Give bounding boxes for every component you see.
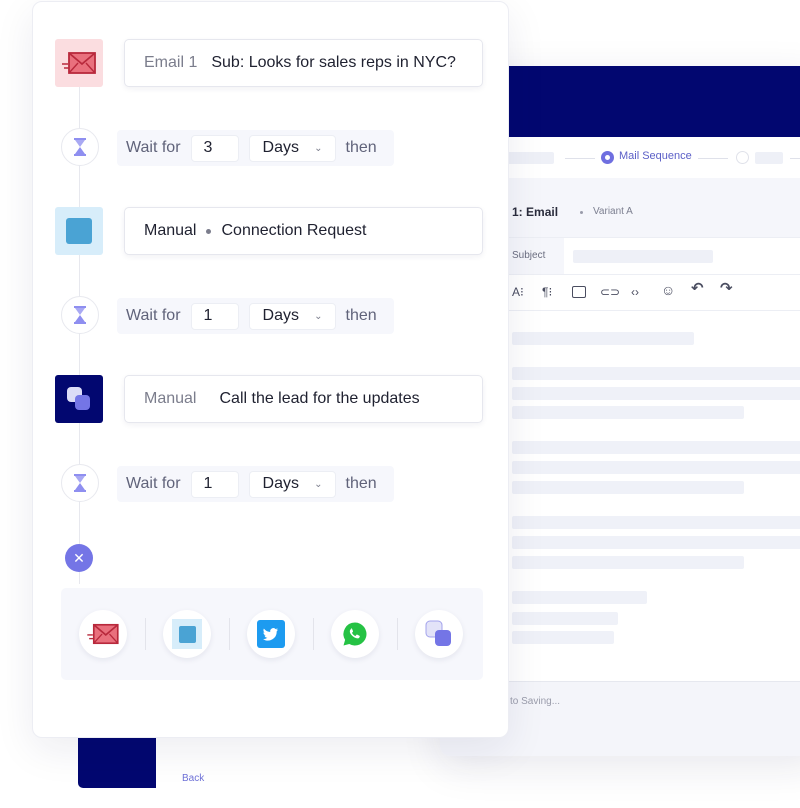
step-mail-sequence[interactable]: Mail Sequence <box>619 150 692 162</box>
text-placeholder-line <box>512 332 694 345</box>
step-node-manual[interactable] <box>55 375 103 423</box>
wait-days-input[interactable]: 1 <box>190 470 239 498</box>
linkedin-icon <box>172 619 202 649</box>
back-button[interactable]: Back <box>182 773 204 784</box>
emoji-icon[interactable]: ☺ <box>661 283 675 297</box>
text-placeholder-line <box>512 536 800 549</box>
divider <box>145 618 146 650</box>
twitter-icon <box>257 620 285 648</box>
link-icon[interactable]: ⊂⊃ <box>600 285 620 299</box>
step-connector <box>565 158 595 159</box>
wait-suffix: then <box>345 475 377 492</box>
text-placeholder-line <box>512 387 800 400</box>
separator-dot <box>580 211 583 214</box>
add-whatsapp-step-button[interactable] <box>331 610 379 658</box>
step-node-linkedin[interactable] <box>55 207 103 255</box>
undo-icon[interactable]: ↶ <box>691 281 704 296</box>
step-text: Sub: Looks for sales reps in NYC? <box>211 54 456 71</box>
wait-unit-value: Days <box>262 475 299 492</box>
text-placeholder-line <box>512 406 744 419</box>
wait-days-input[interactable]: 3 <box>190 134 239 162</box>
text-placeholder-line <box>512 591 647 604</box>
divider <box>313 618 314 650</box>
close-icon: ✕ <box>73 549 85 566</box>
divider <box>229 618 230 650</box>
add-email-step-button[interactable] <box>79 610 127 658</box>
step-connector <box>790 158 800 159</box>
chevron-down-icon: ⌄ <box>314 478 323 490</box>
manual-task-icon <box>425 620 451 646</box>
text-placeholder-line <box>512 441 800 454</box>
step-indicator-next[interactable] <box>736 151 749 164</box>
add-twitter-step-button[interactable] <box>247 610 295 658</box>
wait-label: Wait for <box>126 475 181 492</box>
wait-label: Wait for <box>126 307 181 324</box>
sequence-step-linkedin[interactable]: Manual Connection Request <box>124 207 483 255</box>
wait-node <box>61 128 99 166</box>
step-text: Connection Request <box>221 222 367 239</box>
wait-delay-row: Wait for 3 Days ⌄ then <box>117 130 394 166</box>
chevron-down-icon: ⌄ <box>314 310 323 322</box>
redo-icon[interactable]: ↷ <box>720 281 733 296</box>
whatsapp-icon <box>343 622 367 646</box>
text-placeholder-line <box>512 461 800 474</box>
text-placeholder-line <box>512 612 618 625</box>
step-tag: Manual <box>144 390 197 407</box>
step-indicator-active[interactable] <box>601 151 614 164</box>
wait-unit-select[interactable]: Days ⌄ <box>248 134 336 162</box>
wait-days-input[interactable]: 1 <box>190 302 239 330</box>
text-placeholder-line <box>512 556 744 569</box>
code-icon[interactable]: ‹› <box>631 285 639 299</box>
sequence-step-email[interactable]: Email 1 Sub: Looks for sales reps in NYC… <box>124 39 483 87</box>
wait-delay-row: Wait for 1 Days ⌄ then <box>117 466 394 502</box>
hourglass-icon <box>74 138 86 156</box>
wait-suffix: then <box>345 139 377 156</box>
subject-label: Subject <box>512 250 546 261</box>
text-placeholder-line <box>512 367 800 380</box>
add-step-panel <box>61 588 483 680</box>
hourglass-icon <box>74 306 86 324</box>
primary-action-block[interactable] <box>78 738 156 788</box>
add-linkedin-step-button[interactable] <box>163 610 211 658</box>
wait-node <box>61 296 99 334</box>
close-add-panel-button[interactable]: ✕ <box>65 544 93 572</box>
wait-unit-select[interactable]: Days ⌄ <box>248 302 336 330</box>
text-placeholder-line <box>512 481 744 494</box>
add-manual-step-button[interactable] <box>415 610 463 658</box>
linkedin-icon-glyph <box>178 625 196 643</box>
paragraph-icon[interactable]: ¶⁝ <box>542 285 552 299</box>
chevron-down-icon: ⌄ <box>314 142 323 154</box>
subject-input[interactable] <box>573 250 713 263</box>
wait-node <box>61 464 99 502</box>
manual-task-icon <box>67 387 90 410</box>
wait-unit-value: Days <box>262 307 299 324</box>
image-icon[interactable] <box>572 286 586 298</box>
font-size-icon[interactable]: A⁝ <box>512 285 524 299</box>
divider <box>397 618 398 650</box>
linkedin-icon <box>66 218 92 244</box>
auto-save-status: to Saving... <box>510 696 561 707</box>
wait-suffix: then <box>345 307 377 324</box>
sequence-step-manual[interactable]: Manual Call the lead for the updates <box>124 375 483 423</box>
step-connector <box>698 158 728 159</box>
email-icon <box>62 52 96 74</box>
wait-unit-value: Days <box>262 139 299 156</box>
wait-unit-select[interactable]: Days ⌄ <box>248 470 336 498</box>
wait-delay-row: Wait for 1 Days ⌄ then <box>117 298 394 334</box>
separator-dot <box>206 228 212 234</box>
text-placeholder-line <box>512 516 800 529</box>
text-placeholder-line <box>512 631 614 644</box>
step-tag: Email 1 <box>144 54 198 71</box>
step-node-email[interactable] <box>55 39 103 87</box>
variant-label[interactable]: Variant A <box>593 206 633 217</box>
wait-label: Wait for <box>126 139 181 156</box>
step-placeholder-next[interactable] <box>755 152 783 164</box>
hourglass-icon <box>74 474 86 492</box>
sequence-builder-card: Email 1 Sub: Looks for sales reps in NYC… <box>32 1 509 738</box>
step-text: Call the lead for the updates <box>219 390 420 407</box>
email-icon <box>87 623 119 645</box>
step-tag: Manual <box>144 222 197 239</box>
